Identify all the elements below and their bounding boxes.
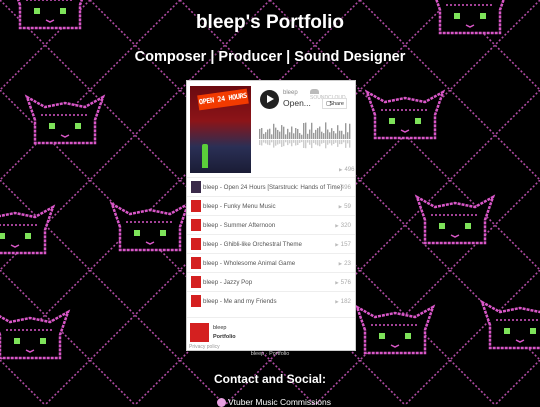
track-thumb bbox=[191, 257, 201, 269]
track-plays: 23 bbox=[339, 254, 351, 273]
playlist-name[interactable]: Portfolio bbox=[213, 334, 236, 340]
track-list: bleep - Open 24 Hours [Starstruck: Hands… bbox=[187, 177, 355, 310]
track-name: bleep - Summer Afternoon bbox=[203, 222, 276, 229]
track-plays: 496 bbox=[335, 178, 351, 197]
track-row[interactable]: bleep - Ghibli-like Orchestral Theme 157 bbox=[187, 234, 355, 253]
commission-icon bbox=[217, 398, 226, 407]
playlist-artist[interactable]: bleep bbox=[213, 325, 226, 331]
track-name: bleep - Funky Menu Music bbox=[203, 203, 276, 210]
track-plays: 59 bbox=[339, 197, 351, 216]
privacy-policy-link[interactable]: Privacy policy bbox=[189, 344, 220, 350]
play-button[interactable] bbox=[260, 90, 279, 109]
track-plays: 157 bbox=[335, 235, 351, 254]
track-row[interactable]: bleep - Funky Menu Music 59 bbox=[187, 196, 355, 215]
track-row[interactable]: bleep - Summer Afternoon 320 bbox=[187, 215, 355, 234]
track-row[interactable]: bleep - Wholesome Animal Game 23 bbox=[187, 253, 355, 272]
page-subtitle: Composer | Producer | Sound Designer bbox=[134, 49, 406, 65]
track-thumb bbox=[191, 200, 201, 212]
track-plays: 576 bbox=[335, 273, 351, 292]
track-thumb bbox=[191, 219, 201, 231]
soundcloud-icon bbox=[310, 89, 319, 95]
contact-heading: Contact and Social: bbox=[213, 372, 326, 386]
artwork-sign: OPEN 24 HOURS bbox=[197, 88, 249, 111]
player-footer: bleep Portfolio Privacy policy bbox=[187, 317, 355, 350]
track-row[interactable]: bleep - Me and my Friends 182 bbox=[187, 291, 355, 310]
track-plays: 182 bbox=[335, 292, 351, 311]
track-name: bleep - Wholesome Animal Game bbox=[203, 260, 296, 267]
player-artist[interactable]: bleep bbox=[283, 90, 298, 96]
current-play-count: 496 bbox=[339, 167, 354, 173]
page-title: bleep's Portfolio bbox=[195, 12, 345, 33]
player-track-title[interactable]: Open... bbox=[283, 98, 311, 108]
soundcloud-player[interactable]: OPEN 24 HOURS bleep Open... SOUNDCLOUD S… bbox=[186, 80, 356, 351]
commission-link[interactable]: Vtuber Music Commissions bbox=[217, 397, 331, 407]
track-name: bleep - Open 24 Hours [Starstruck: Hands… bbox=[203, 184, 342, 191]
player-caption[interactable]: bleep · Portfolio bbox=[0, 351, 540, 357]
playlist-thumb[interactable] bbox=[190, 323, 209, 342]
track-name: bleep - Me and my Friends bbox=[203, 298, 277, 305]
track-thumb bbox=[191, 276, 201, 288]
artwork-figure bbox=[202, 144, 208, 168]
share-button[interactable]: Share bbox=[322, 98, 347, 110]
track-thumb bbox=[191, 238, 201, 250]
track-row[interactable]: bleep - Open 24 Hours [Starstruck: Hands… bbox=[187, 177, 355, 196]
track-artwork[interactable]: OPEN 24 HOURS bbox=[190, 86, 251, 173]
waveform[interactable] bbox=[259, 119, 351, 155]
track-row[interactable]: bleep - Jazzy Pop 576 bbox=[187, 272, 355, 291]
track-name: bleep - Jazzy Pop bbox=[203, 279, 253, 286]
track-thumb bbox=[191, 295, 201, 307]
track-thumb bbox=[191, 181, 201, 193]
track-name: bleep - Ghibli-like Orchestral Theme bbox=[203, 241, 302, 248]
track-plays: 320 bbox=[335, 216, 351, 235]
